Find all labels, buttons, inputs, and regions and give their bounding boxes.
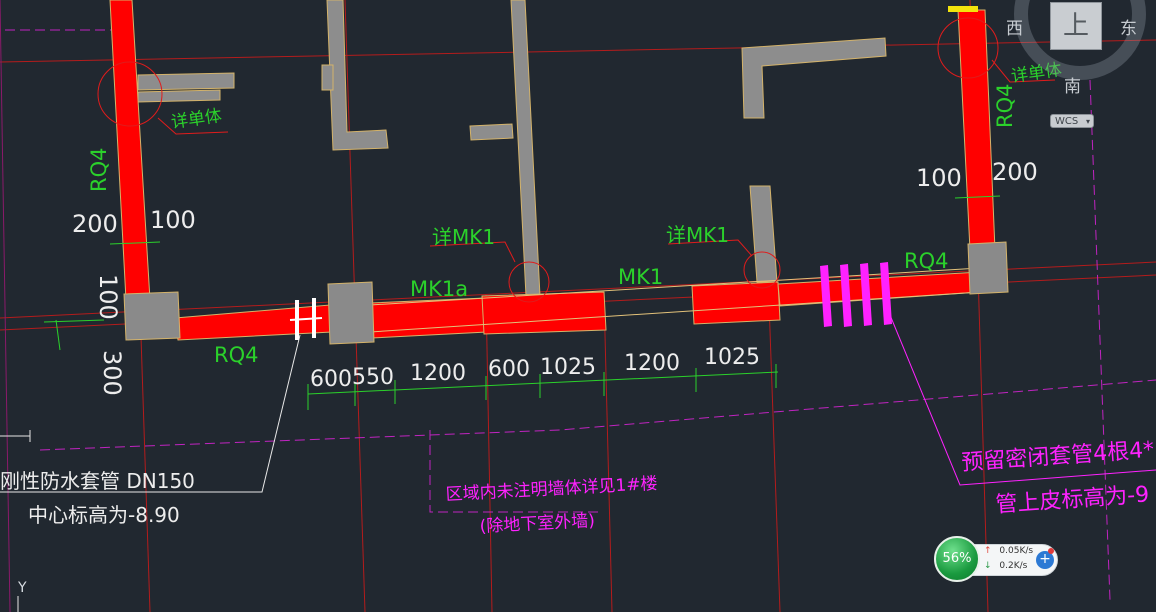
dim-chain-3: 1200 [410, 361, 466, 386]
dim-chain-2: 550 [352, 365, 394, 390]
viewcube-top-face[interactable]: 上 [1050, 2, 1102, 50]
upload-rate: ↑ 0.05K/s [984, 546, 1033, 556]
dim-right-100: 100 [916, 164, 962, 192]
dim-left-100: 100 [150, 206, 196, 234]
compass-west[interactable]: 西 [1006, 14, 1023, 39]
ucs-y-axis-label: Y [18, 580, 27, 596]
wcs-dropdown[interactable]: WCS ▾ [1050, 114, 1094, 128]
download-rate: ↓ 0.2K/s [984, 561, 1027, 571]
note-region: 区域内未注明墙体详见1#楼 [445, 474, 658, 505]
label-mk1-detail-a: 详MK1 [432, 225, 495, 249]
note-region-sub: (除地下室外墙) [479, 511, 595, 537]
note-sleeve: 预留密闭套管4根4* [961, 438, 1155, 476]
upload-arrow-icon: ↑ [984, 546, 992, 556]
note-pipe-name: 刚性防水套管 DN150 [0, 469, 195, 493]
dim-chain-4: 600 [488, 357, 530, 382]
compass-south[interactable]: 南 [1064, 72, 1081, 97]
label-mk1a: MK1a [410, 277, 468, 301]
detail-circles [97, 17, 999, 303]
dim-left-vertical-300: 300 [98, 350, 126, 396]
network-monitor-widget[interactable]: 56% ↑ 0.05K/s ↓ 0.2K/s + [934, 536, 1062, 582]
notification-dot [1048, 548, 1054, 554]
wcs-label: WCS [1055, 116, 1079, 127]
dim-right-200: 200 [992, 158, 1038, 186]
yellow-marker [948, 6, 978, 12]
download-arrow-icon: ↓ [984, 561, 992, 571]
dim-left-vertical-100: 100 [94, 274, 122, 320]
viewcube[interactable]: 上 西 东 南 WCS ▾ [1002, 0, 1156, 140]
label-mk1-detail-b: 详MK1 [666, 223, 729, 247]
label-mk1-center: MK1 [618, 265, 663, 289]
cad-drawing-canvas[interactable]: 详单体 详单体 RQ4 RQ4 RQ4 RQ4 MK1a MK1 详MK1 详M… [0, 0, 1156, 612]
note-sleeve-elev: 管上皮标高为-9 [995, 482, 1150, 518]
label-rq4-bottom: RQ4 [214, 343, 258, 367]
label-rq4-right: RQ4 [904, 249, 948, 273]
chevron-down-icon: ▾ [1085, 117, 1090, 126]
dim-left-200: 200 [72, 210, 118, 238]
upload-rate-value: 0.05K/s [999, 546, 1034, 556]
download-rate-value: 0.2K/s [999, 561, 1028, 571]
dim-chain-1: 600 [310, 367, 352, 392]
dim-chain-7: 1025 [704, 345, 760, 370]
network-usage-ball[interactable]: 56% [934, 536, 980, 582]
note-pipe-elev: 中心标高为-8.90 [28, 503, 180, 527]
dim-chain-5: 1025 [540, 355, 596, 380]
label-detail-left: 详单体 [170, 106, 223, 133]
compass-east[interactable]: 东 [1120, 14, 1137, 39]
partition-walls [137, 0, 887, 297]
dim-chain-6: 1200 [624, 351, 680, 376]
label-rq4-left: RQ4 [87, 148, 111, 192]
